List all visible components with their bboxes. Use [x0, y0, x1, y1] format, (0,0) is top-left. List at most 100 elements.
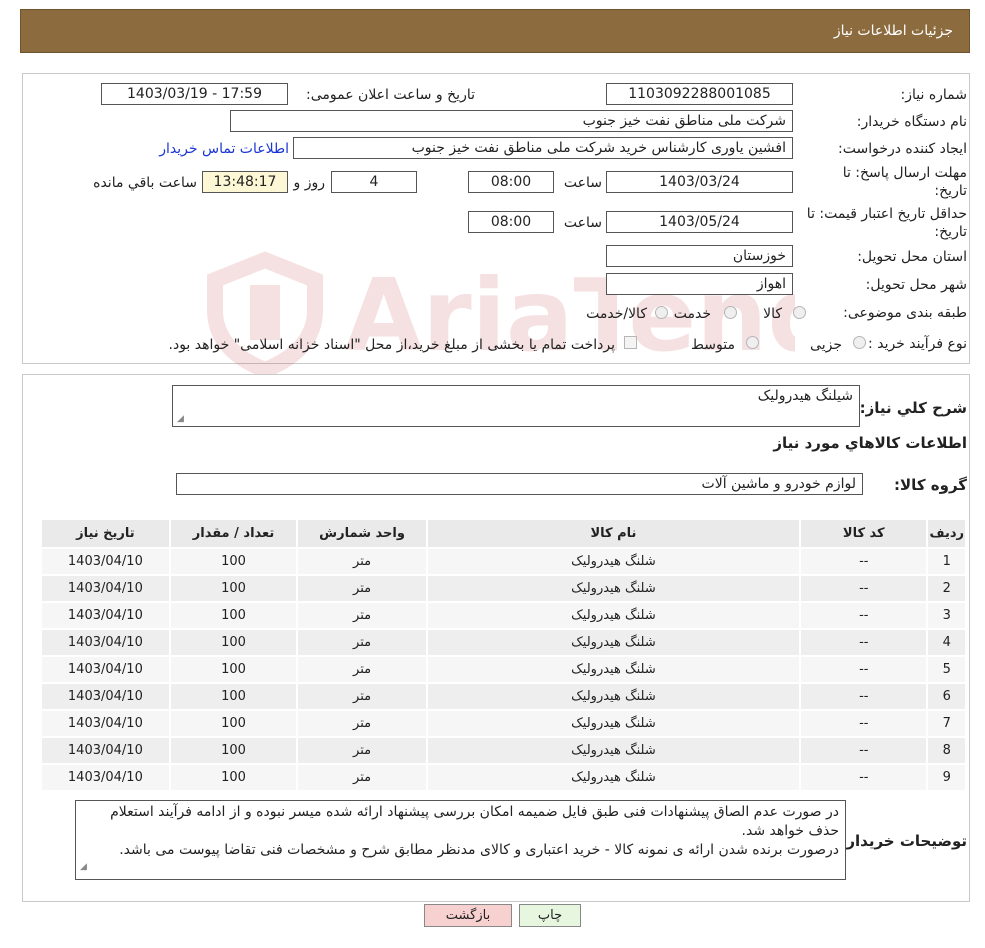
cell-item-code: -- [799, 547, 929, 576]
cell-unit: متر [296, 628, 428, 657]
process-minor-label: جزیی [810, 337, 842, 353]
summary-field: شیلنگ هیدرولیک ◢ [172, 385, 860, 427]
deadline-time-label: ساعت [563, 175, 602, 191]
days-label: روز و [293, 175, 326, 191]
cell-quantity: 100 [168, 736, 299, 765]
cell-unit: متر [296, 574, 428, 603]
cell-row-number: 2 [926, 574, 967, 603]
cell-unit: متر [296, 763, 428, 792]
table-row: 6 -- شلنگ هیدرولیک متر 100 1403/04/10 [40, 682, 967, 711]
city-field: اهواز [606, 273, 793, 295]
category-service-radio[interactable] [724, 306, 737, 319]
cell-item-code: -- [799, 763, 929, 792]
table-row: 2 -- شلنگ هیدرولیک متر 100 1403/04/10 [40, 574, 967, 603]
cell-row-number: 3 [926, 601, 967, 630]
cell-need-date: 1403/04/10 [40, 628, 171, 657]
cell-row-number: 5 [926, 655, 967, 684]
cell-unit: متر [296, 709, 428, 738]
need-number-label: شماره نیاز: [900, 87, 968, 103]
table-row: 3 -- شلنگ هیدرولیک متر 100 1403/04/10 [40, 601, 967, 630]
creator-label: ایجاد کننده درخواست: [838, 141, 967, 157]
deadline-label-date: تاریخ: [934, 183, 967, 199]
process-medium-label: متوسط [691, 337, 735, 353]
treasury-payment-checkbox[interactable] [624, 336, 637, 349]
cell-item-code: -- [799, 655, 929, 684]
cell-quantity: 100 [168, 547, 299, 576]
category-goods-label: کالا [763, 306, 782, 322]
cell-quantity: 100 [168, 709, 299, 738]
cell-need-date: 1403/04/10 [40, 682, 171, 711]
process-label: نوع فرآیند خرید : [868, 336, 967, 352]
cell-need-date: 1403/04/10 [40, 574, 171, 603]
cell-need-date: 1403/04/10 [40, 763, 171, 792]
col-header-quantity: تعداد / مقدار [168, 518, 299, 549]
buyer-org-field: شرکت ملی مناطق نفت خیز جنوب [230, 110, 793, 132]
cell-item-code: -- [799, 628, 929, 657]
category-goods-radio[interactable] [793, 306, 806, 319]
cell-row-number: 4 [926, 628, 967, 657]
table-header-row: رديف کد کالا نام کالا واحد شمارش تعداد /… [40, 518, 967, 549]
announce-field: 1403/03/19 - 17:59 [101, 83, 288, 105]
category-goods-service-label: کالا/خدمت [586, 306, 647, 322]
province-field: خوزستان [606, 245, 793, 267]
cell-unit: متر [296, 736, 428, 765]
table-row: 7 -- شلنگ هیدرولیک متر 100 1403/04/10 [40, 709, 967, 738]
category-goods-service-radio[interactable] [655, 306, 668, 319]
col-header-item-name: نام کالا [425, 518, 802, 549]
page-title: جزئیات اطلاعات نیاز [833, 23, 953, 39]
validity-time-field: 08:00 [468, 211, 554, 233]
cell-need-date: 1403/04/10 [40, 709, 171, 738]
table-row: 1 -- شلنگ هیدرولیک متر 100 1403/04/10 [40, 547, 967, 576]
table-row: 4 -- شلنگ هیدرولیک متر 100 1403/04/10 [40, 628, 967, 657]
cell-item-code: -- [799, 574, 929, 603]
cell-need-date: 1403/04/10 [40, 547, 171, 576]
cell-row-number: 7 [926, 709, 967, 738]
cell-item-code: -- [799, 601, 929, 630]
buyer-notes-label: توضیحات خریدار: [840, 832, 967, 850]
goods-table: رديف کد کالا نام کالا واحد شمارش تعداد /… [40, 518, 967, 792]
cell-item-code: -- [799, 709, 929, 738]
cell-quantity: 100 [168, 601, 299, 630]
payment-note: پرداخت تمام یا بخشی از مبلغ خرید،از محل … [168, 337, 615, 353]
col-header-need-date: تاريخ نياز [40, 518, 171, 549]
table-row: 8 -- شلنگ هیدرولیک متر 100 1403/04/10 [40, 736, 967, 765]
buyer-org-label: نام دستگاه خریدار: [856, 114, 967, 130]
back-button[interactable]: بازگشت [424, 904, 512, 927]
resize-handle-icon[interactable]: ◢ [177, 414, 184, 424]
validity-date-field: 1403/05/24 [606, 211, 793, 233]
cell-row-number: 1 [926, 547, 967, 576]
creator-field: افشین یاوری کارشناس خرید شرکت ملی مناطق … [293, 137, 793, 159]
validity-label-date: تاریخ: [934, 224, 967, 240]
cell-quantity: 100 [168, 763, 299, 792]
cell-need-date: 1403/04/10 [40, 601, 171, 630]
cell-quantity: 100 [168, 574, 299, 603]
summary-text: شیلنگ هیدرولیک [757, 388, 853, 404]
cell-unit: متر [296, 547, 428, 576]
province-label: استان محل تحویل: [857, 249, 967, 265]
cell-row-number: 9 [926, 763, 967, 792]
category-service-label: خدمت [673, 306, 711, 322]
days-remaining-field: 4 [331, 171, 417, 193]
cell-need-date: 1403/04/10 [40, 655, 171, 684]
buyer-notes-field: در صورت عدم الصاق پیشنهادات فنی طبق فایل… [75, 800, 846, 880]
table-body: 1 -- شلنگ هیدرولیک متر 100 1403/04/10 2 -- شلنگ … [40, 547, 967, 792]
buyer-contact-link[interactable]: اطلاعات تماس خریدار [159, 141, 289, 157]
process-minor-radio[interactable] [853, 336, 866, 349]
cell-item-name: شلنگ هیدرولیک [425, 628, 802, 657]
cell-item-name: شلنگ هیدرولیک [425, 682, 802, 711]
deadline-time-field: 08:00 [468, 171, 554, 193]
cell-item-name: شلنگ هیدرولیک [425, 736, 802, 765]
table-row: 5 -- شلنگ هیدرولیک متر 100 1403/04/10 [40, 655, 967, 684]
col-header-item-code: کد کالا [799, 518, 929, 549]
city-label: شهر محل تحویل: [865, 277, 967, 293]
resize-handle-icon[interactable]: ◢ [80, 858, 87, 877]
cell-item-name: شلنگ هیدرولیک [425, 574, 802, 603]
cell-row-number: 6 [926, 682, 967, 711]
print-button[interactable]: چاپ [519, 904, 581, 927]
cell-unit: متر [296, 655, 428, 684]
validity-time-label: ساعت [563, 215, 602, 231]
category-label: طبقه بندی موضوعی: [843, 305, 967, 321]
col-header-row-number: رديف [926, 518, 967, 549]
remaining-label: ساعت باقي مانده [93, 175, 197, 191]
process-medium-radio[interactable] [746, 336, 759, 349]
